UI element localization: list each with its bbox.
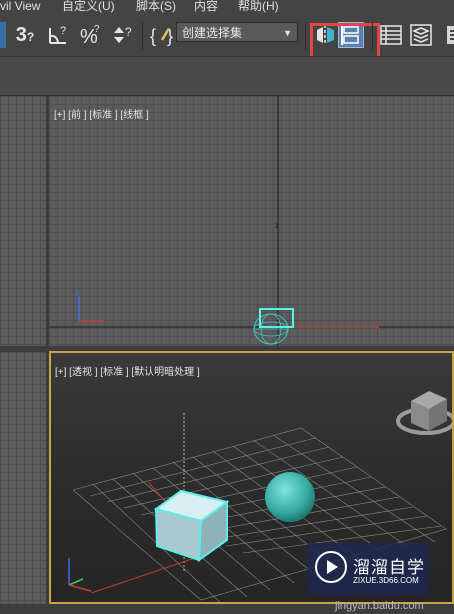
footer-url: jingyan.baidu.com bbox=[335, 600, 424, 612]
chevron-down-icon: ▼ bbox=[283, 28, 292, 38]
snap-3d-icon[interactable]: 3? bbox=[12, 22, 38, 48]
left-viewport[interactable] bbox=[0, 352, 46, 604]
svg-text:}: } bbox=[167, 26, 173, 46]
toolbar-separator bbox=[372, 22, 373, 50]
svg-text:{: { bbox=[150, 26, 156, 46]
front-viewport[interactable]: [+] [前 ] [标准 ] [线框 ] z x z bbox=[49, 96, 454, 346]
viewcube-icon[interactable] bbox=[396, 391, 454, 435]
toolbar-separator bbox=[305, 22, 306, 50]
toolbar-separator bbox=[142, 22, 143, 50]
svg-text:z: z bbox=[75, 288, 79, 297]
front-view-canvas: z x z bbox=[49, 96, 454, 346]
layer-explorer-icon[interactable] bbox=[378, 22, 404, 48]
play-logo-icon bbox=[315, 551, 347, 583]
watermark: 溜溜自学 ZIXUE.3D66.COM bbox=[307, 543, 429, 595]
box-object[interactable] bbox=[153, 489, 230, 563]
svg-text:?: ? bbox=[60, 25, 66, 37]
menu-content[interactable]: 内容 bbox=[194, 0, 218, 12]
axis-x-label: x bbox=[376, 322, 380, 331]
watermark-url: ZIXUE.3D66.COM bbox=[353, 576, 419, 585]
gizmo-icon: z bbox=[75, 288, 104, 322]
svg-text:?: ? bbox=[94, 24, 100, 35]
top-viewport[interactable] bbox=[0, 96, 46, 346]
axis-z-label: z bbox=[275, 221, 279, 230]
selection-set-dropdown[interactable]: 创建选择集 ▼ bbox=[176, 22, 298, 42]
menu-help[interactable]: 帮助(H) bbox=[238, 0, 279, 12]
spinner-snap-icon[interactable]: ? bbox=[110, 22, 136, 48]
percent-snap-icon[interactable]: %? bbox=[78, 22, 104, 48]
selection-set-value: 创建选择集 bbox=[182, 26, 243, 40]
ribbon-strip bbox=[0, 56, 454, 96]
watermark-title: 溜溜自学 bbox=[353, 558, 425, 577]
menu-customize[interactable]: 自定义(U) bbox=[62, 0, 115, 12]
snap-3d-label: 3 bbox=[15, 24, 27, 46]
toolbar-edge-icon bbox=[0, 22, 6, 48]
menu-bar: vil View 自定义(U) 脚本(S) 内容 帮助(H) bbox=[0, 0, 454, 14]
front-box[interactable] bbox=[259, 308, 294, 328]
svg-text:?: ? bbox=[125, 25, 132, 39]
menu-civil-view[interactable]: vil View bbox=[0, 0, 40, 12]
gizmo-icon bbox=[68, 558, 92, 592]
angle-snap-icon[interactable]: ? bbox=[45, 22, 71, 48]
sphere-object[interactable] bbox=[265, 472, 315, 522]
scene-explorer-icon[interactable] bbox=[408, 22, 434, 48]
main-toolbar: 3? ? %? ? {} 创建选择集 ▼ bbox=[0, 14, 454, 69]
named-selection-icon[interactable]: {} bbox=[148, 22, 174, 48]
menu-script[interactable]: 脚本(S) bbox=[136, 0, 176, 12]
material-editor-icon[interactable] bbox=[440, 22, 454, 48]
